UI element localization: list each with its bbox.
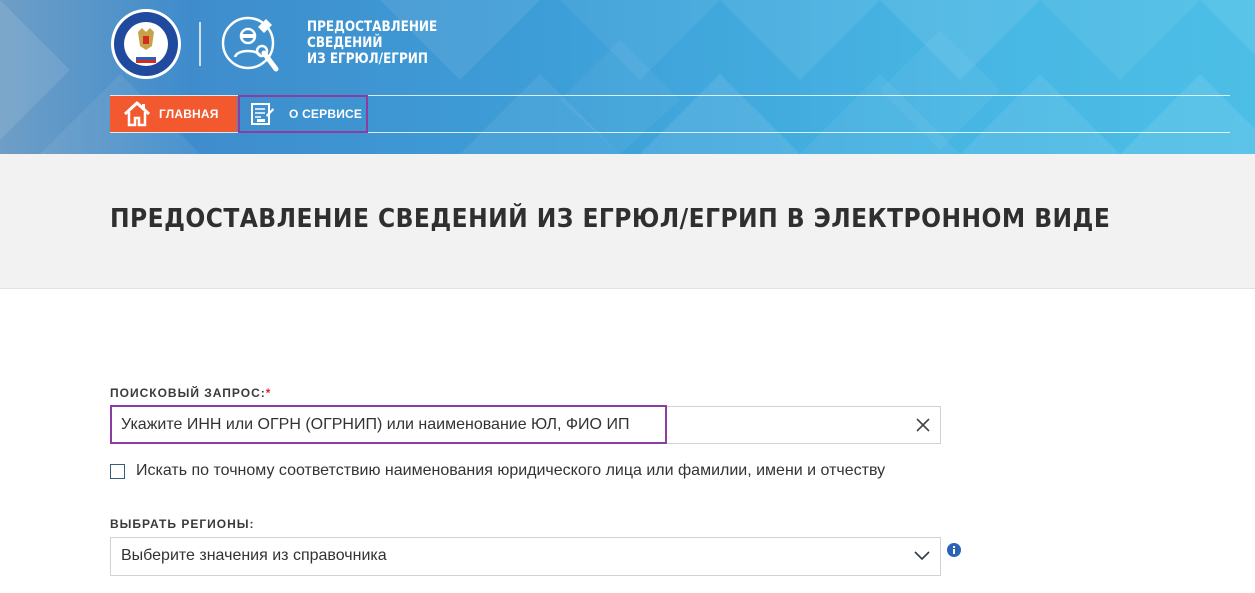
nav-about-button[interactable]: О СЕРВИСЕ (238, 95, 368, 133)
document-icon (251, 103, 274, 125)
search-label: ПОИСКОВЫЙ ЗАПРОС:* (110, 386, 271, 400)
search-input-placeholder: Укажите ИНН или ОГРН (ОГРНИП) или наимен… (121, 416, 630, 433)
service-title-line-2: СВЕДЕНИЙ (307, 35, 383, 51)
nav-about-label: О СЕРВИСЕ (289, 107, 363, 121)
service-title-line-3: ИЗ ЕГРЮЛ/ЕГРИП (307, 51, 428, 67)
fns-logo (111, 9, 181, 79)
header-divider (199, 22, 201, 66)
nav-home-button[interactable]: ГЛАВНАЯ (110, 96, 237, 132)
service-person-wrench-icon (221, 16, 279, 72)
exact-match-option[interactable]: Искать по точному соответствию наименова… (110, 462, 885, 480)
search-label-text: ПОИСКОВЫЙ ЗАПРОС: (110, 386, 266, 400)
exact-match-label: Искать по точному соответствию наименова… (136, 462, 886, 479)
home-icon (123, 101, 151, 127)
region-label: ВЫБРАТЬ РЕГИОНЫ: (110, 517, 255, 531)
close-icon[interactable] (914, 416, 932, 434)
site-header: ПРЕДОСТАВЛЕНИЕ СВЕДЕНИЙ ИЗ ЕГРЮЛ/ЕГРИП Г… (0, 0, 1255, 154)
info-icon[interactable] (947, 543, 961, 557)
service-title-line-1: ПРЕДОСТАВЛЕНИЕ (307, 19, 438, 35)
exact-match-checkbox[interactable] (110, 463, 125, 479)
chevron-down-icon[interactable] (913, 549, 931, 561)
service-title: ПРЕДОСТАВЛЕНИЕ СВЕДЕНИЙ ИЗ ЕГРЮЛ/ЕГРИП (307, 19, 437, 67)
page-title: ПРЕДОСТАВЛЕНИЕ СВЕДЕНИЙ ИЗ ЕГРЮЛ/ЕГРИП В… (110, 204, 1111, 234)
nav-home-label: ГЛАВНАЯ (159, 107, 219, 121)
region-select-placeholder: Выберите значения из справочника (121, 547, 387, 564)
required-mark: * (265, 386, 272, 400)
